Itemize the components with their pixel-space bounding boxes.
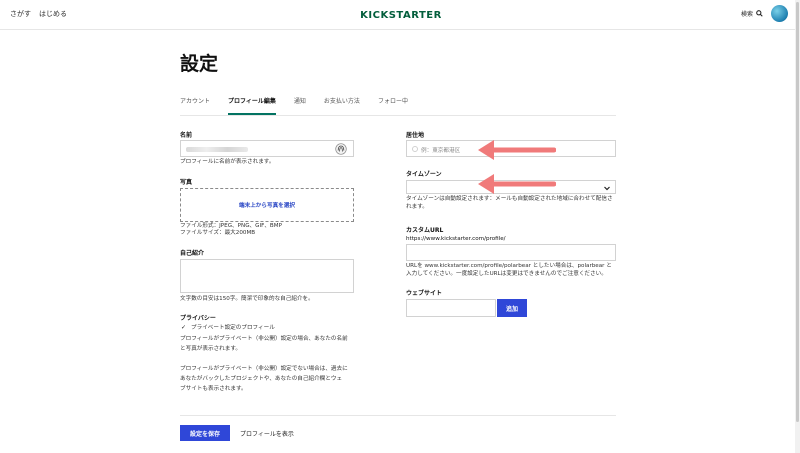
top-nav-right: 検索 (741, 5, 788, 22)
location-placeholder: 例：東京都港区 (421, 148, 461, 154)
privacy-help-line: あなたがバックしたプロジェクトや、あなたの自己紹介欄とウェ (180, 376, 343, 382)
photo-dropzone[interactable]: 端末上から写真を選択 (180, 188, 354, 222)
tabs-divider (180, 115, 616, 116)
top-bar: さがす はじめる KICKSTARTER 検索 (0, 0, 800, 30)
website-label: ウェブサイト (406, 290, 443, 297)
search-label: 検索 (740, 11, 753, 18)
tab-edit-profile[interactable]: プロフィール編集 (228, 96, 276, 116)
nav-discover[interactable]: さがす (10, 9, 31, 19)
search-icon (756, 10, 763, 17)
custom-url-label: カスタムURL (406, 227, 444, 234)
timezone-help: タイムゾーンは自動設定されます：メールも自動設定された地域に合わせて配信されます… (406, 196, 613, 210)
bio-label: 自己紹介 (180, 250, 205, 257)
search-button[interactable]: 検索 (741, 9, 763, 18)
nav-start[interactable]: はじめる (39, 9, 67, 19)
save-settings-button[interactable]: 設定を保存 (180, 425, 230, 441)
show-profile-link[interactable]: プロフィールを表示 (240, 429, 294, 438)
custom-url-input[interactable] (406, 244, 616, 261)
tab-account[interactable]: アカウント (180, 96, 210, 116)
logo-text: KICKSTARTER (361, 10, 441, 21)
name-help: プロフィールに名前が表示されます。 (180, 159, 275, 165)
tab-notifications[interactable]: 通知 (294, 96, 306, 116)
bio-help: 文字数の目安は150字。簡潔で印象的な自己紹介を。 (180, 296, 314, 302)
location-label: 居住地 (406, 132, 425, 139)
privacy-checkbox[interactable]: ✓ (181, 325, 187, 331)
privacy-help-line: と写真が表示されます。 (180, 346, 241, 352)
scrollbar[interactable] (795, 0, 800, 453)
privacy-label: プライバシー (180, 315, 216, 322)
tab-following[interactable]: フォロー中 (378, 96, 408, 116)
privacy-help-line: ブサイトも表示されます。 (180, 386, 247, 392)
choose-photo-button[interactable]: 端末上から写真を選択 (239, 201, 295, 209)
settings-tabs: アカウント プロフィール編集 通知 お支払い方法 フォロー中 (180, 96, 408, 116)
scrollbar-thumb[interactable] (796, 2, 799, 422)
photo-size-help: ファイルサイズ：最大200MB (180, 230, 256, 236)
add-website-button[interactable]: 追加 (497, 299, 527, 317)
privacy-help-line: プロフィールがプライベート（非公開）設定でない場合は、過去に (180, 366, 348, 372)
custom-url-help: URLを www.kickstarter.com/profile/polarbe… (406, 263, 612, 269)
avatar[interactable] (771, 5, 788, 22)
timezone-label: タイムゾーン (406, 171, 442, 178)
blurred-name-value (186, 147, 248, 152)
name-label: 名前 (180, 132, 193, 139)
name-field[interactable] (180, 140, 354, 157)
photo-label: 写真 (180, 179, 193, 186)
privacy-help-line: プロフィールがプライベート（非公開）設定の場合、あなたの名前 (180, 336, 348, 342)
website-input[interactable] (406, 299, 496, 317)
tab-payment-methods[interactable]: お支払い方法 (324, 96, 360, 116)
custom-url-help: 入力してください。一度設定したURLは変更はできませんのでご注意ください。 (406, 271, 607, 277)
location-pin-icon (412, 146, 418, 152)
annotation-arrow-left-icon (478, 174, 556, 194)
page-title: 設定 (180, 53, 219, 75)
privacy-checkbox-label[interactable]: プライベート設定のプロフィール (191, 324, 275, 332)
footer-divider (180, 415, 616, 416)
top-nav: さがす はじめる (10, 9, 67, 19)
password-manager-icon[interactable] (335, 143, 347, 155)
custom-url-prefix: https://www.kickstarter.com/profile/ (406, 236, 506, 242)
kickstarter-logo[interactable]: KICKSTARTER (361, 7, 441, 21)
bio-textarea[interactable] (180, 259, 354, 293)
annotation-arrow-left-icon (478, 140, 556, 160)
chevron-down-icon (604, 186, 610, 191)
